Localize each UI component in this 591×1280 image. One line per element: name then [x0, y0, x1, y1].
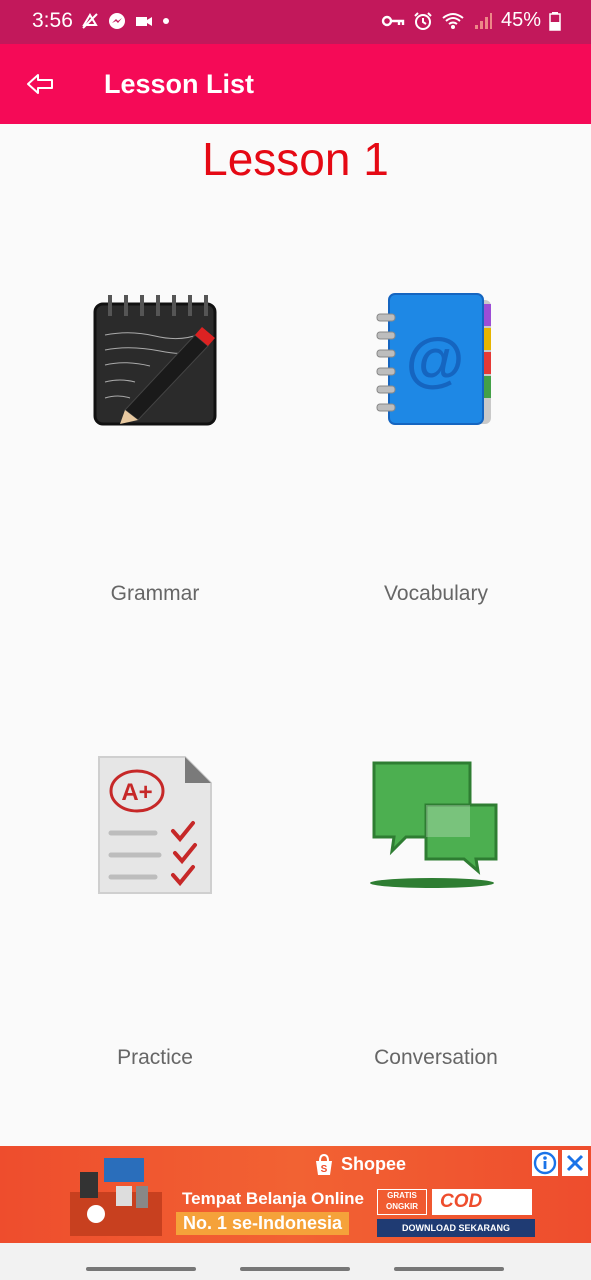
- svg-text:A+: A+: [121, 779, 152, 806]
- status-left-icons: [80, 11, 171, 31]
- wifi-icon: [442, 12, 464, 29]
- ad-banner[interactable]: S Shopee Tempat Belanja Online No. 1 se-…: [0, 1146, 591, 1243]
- conversation-tile[interactable]: Conversation: [296, 745, 576, 1085]
- chat-bubbles-icon: [370, 761, 498, 888]
- status-time: 3:56: [32, 9, 73, 32]
- vocabulary-tile[interactable]: @ Vocabulary: [296, 280, 576, 620]
- info-icon[interactable]: [532, 1150, 558, 1176]
- close-icon[interactable]: [562, 1150, 588, 1176]
- app-bar: Lesson List: [0, 44, 591, 124]
- alarm-icon: [414, 11, 432, 30]
- back-arrow-icon[interactable]: [22, 64, 62, 104]
- battery-percent: 45%: [500, 9, 541, 31]
- signal-icon: [474, 12, 492, 29]
- dot-icon: [163, 18, 169, 24]
- nav-home-button[interactable]: [240, 1267, 350, 1271]
- svg-text:@: @: [406, 326, 465, 393]
- status-right: 45%: [381, 9, 561, 32]
- nav-back-button[interactable]: [394, 1267, 504, 1271]
- download-button[interactable]: DOWNLOAD SEKARANG: [377, 1219, 535, 1237]
- nav-recents-button[interactable]: [86, 1267, 196, 1271]
- ad-line1: Tempat Belanja Online: [182, 1189, 365, 1208]
- video-icon: [136, 17, 152, 26]
- notebook-pencil-icon: [93, 295, 217, 426]
- address-book-icon: @: [376, 293, 491, 425]
- graded-test-icon: A+: [98, 756, 212, 894]
- ad-line2: No. 1 se-Indonesia: [176, 1212, 350, 1235]
- status-bar: 3:56 45%: [0, 0, 591, 44]
- practice-tile[interactable]: A+ Practice: [15, 745, 295, 1085]
- promo-products-image: [70, 1158, 162, 1236]
- free-shipping-badge: GRATIS ONGKIR: [377, 1189, 427, 1215]
- grammar-label: Grammar: [110, 582, 200, 605]
- svg-text:S: S: [321, 1164, 328, 1175]
- notification-icon: [82, 13, 98, 29]
- ad-brand-text: Shopee: [341, 1154, 407, 1174]
- ad-brand: S Shopee: [314, 1154, 406, 1176]
- system-nav-bar: [0, 1243, 591, 1280]
- shopee-bag-icon: S: [316, 1154, 332, 1176]
- grammar-tile[interactable]: Grammar: [15, 280, 295, 620]
- conversation-label: Conversation: [374, 1046, 498, 1069]
- cod-badge: COD: [432, 1189, 532, 1215]
- lesson-heading: Lesson 1: [202, 133, 389, 185]
- messenger-icon: [109, 13, 125, 29]
- battery-icon: [549, 11, 561, 31]
- vpn-key-icon: [381, 15, 405, 26]
- practice-label: Practice: [117, 1046, 193, 1069]
- page-title: Lesson List: [104, 69, 255, 99]
- vocabulary-label: Vocabulary: [384, 582, 488, 605]
